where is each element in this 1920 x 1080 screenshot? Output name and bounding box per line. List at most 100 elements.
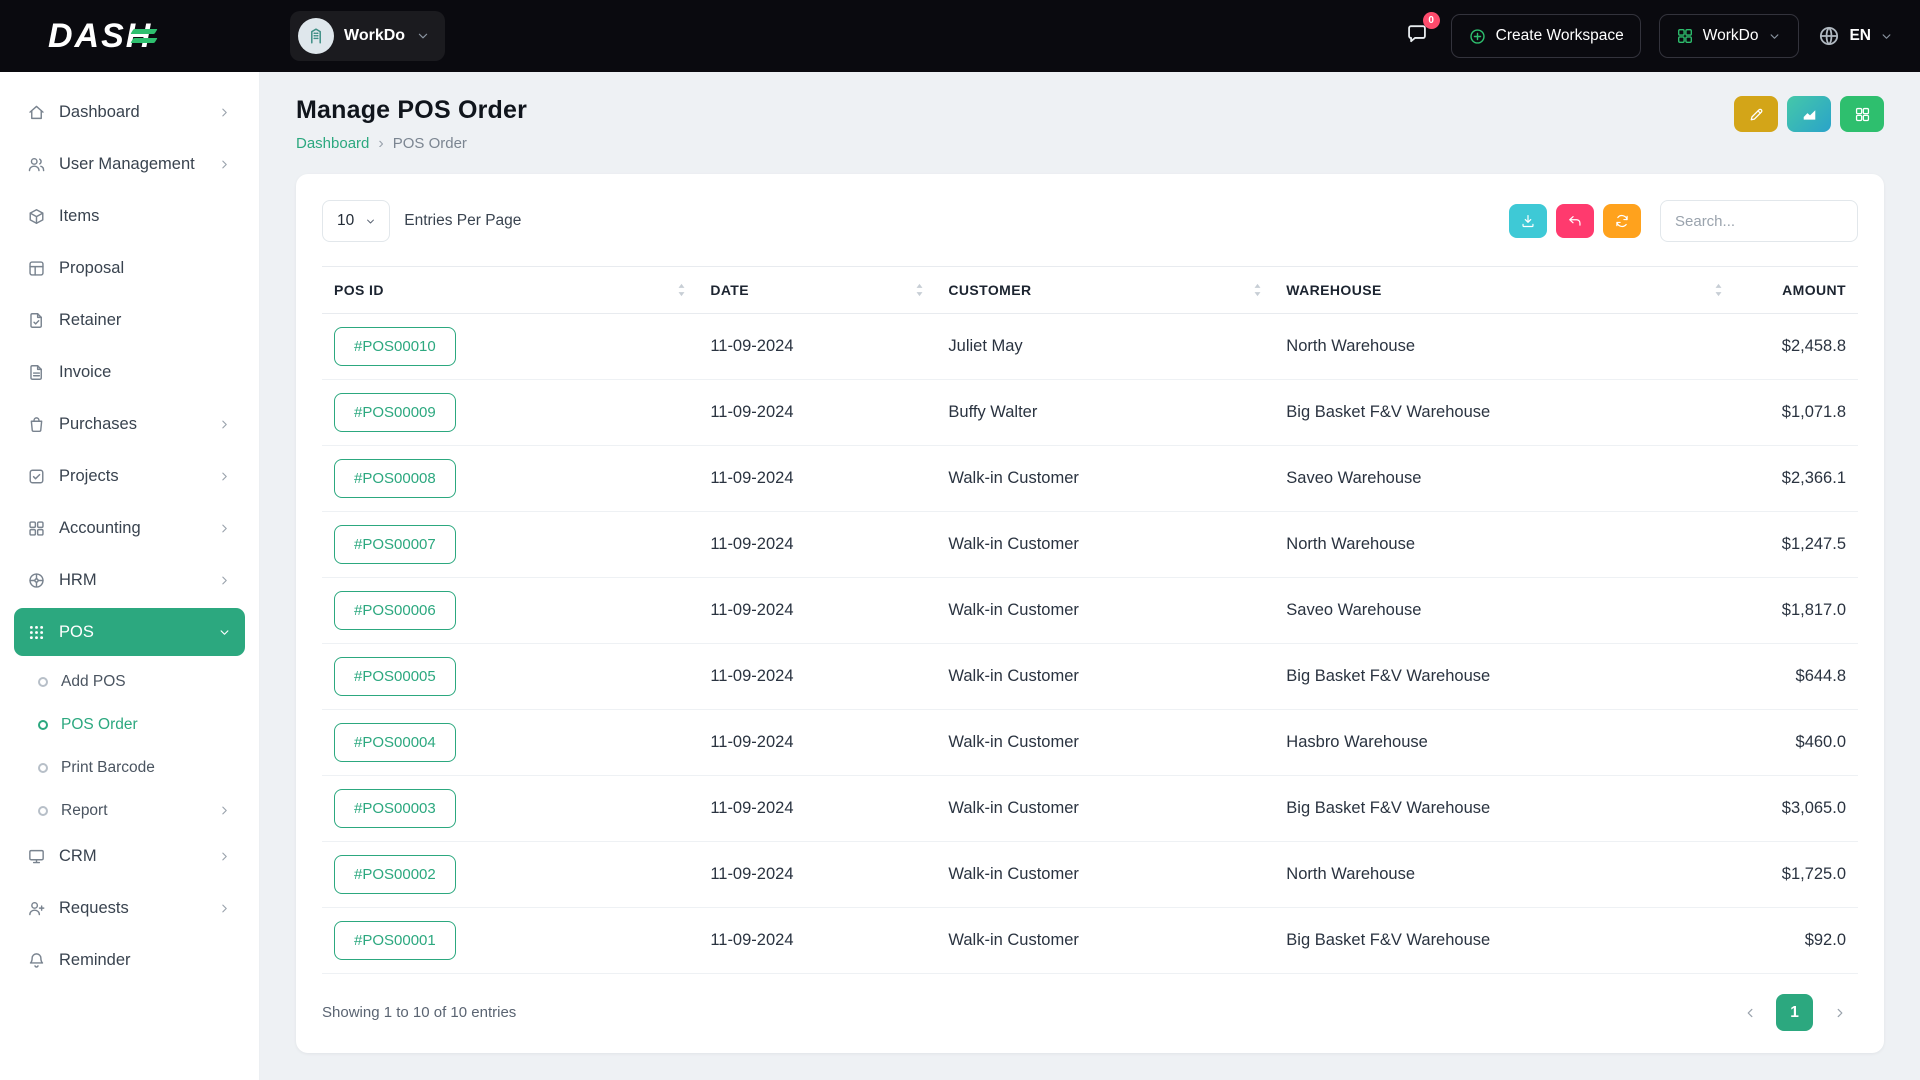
messages-button[interactable]: 0 bbox=[1401, 18, 1433, 55]
sort-icon bbox=[915, 283, 924, 297]
customer-name: Walk-in Customer bbox=[936, 776, 1274, 842]
sidebar-item-retainer[interactable]: Retainer bbox=[14, 296, 245, 344]
pos-id-link[interactable]: #POS00007 bbox=[334, 525, 456, 564]
warehouse-name: North Warehouse bbox=[1274, 512, 1735, 578]
entries-per-page-select[interactable]: 10 bbox=[322, 200, 390, 242]
sidebar-item-label: Invoice bbox=[59, 363, 111, 382]
pagination: 1 bbox=[1731, 994, 1858, 1031]
order-date: 11-09-2024 bbox=[698, 314, 936, 380]
chevron-right-icon bbox=[217, 901, 232, 916]
pagination-next-button[interactable] bbox=[1821, 994, 1858, 1031]
pos-id-link[interactable]: #POS00008 bbox=[334, 459, 456, 498]
shopping-bag-icon bbox=[27, 415, 46, 434]
column-header-amount[interactable]: AMOUNT bbox=[1735, 267, 1858, 314]
app-menu-button[interactable]: WorkDo bbox=[1659, 14, 1800, 58]
order-amount: $1,725.0 bbox=[1735, 842, 1858, 908]
sidebar-subitem-add-pos[interactable]: Add POS bbox=[14, 660, 245, 703]
edit-pencil-icon bbox=[1748, 106, 1765, 123]
monitor-icon bbox=[27, 847, 46, 866]
pagination-prev-button[interactable] bbox=[1731, 994, 1768, 1031]
chevron-down-icon bbox=[415, 28, 431, 44]
export-button[interactable] bbox=[1509, 204, 1547, 238]
sidebar-item-purchases[interactable]: Purchases bbox=[14, 400, 245, 448]
sidebar-subitem-print-barcode[interactable]: Print Barcode bbox=[14, 746, 245, 789]
sidebar-item-dashboard[interactable]: Dashboard bbox=[14, 88, 245, 136]
topbar: DASH WorkDo 0 Create Workspace bbox=[0, 0, 1920, 72]
sidebar-item-label: Retainer bbox=[59, 311, 121, 330]
create-workspace-label: Create Workspace bbox=[1496, 27, 1624, 45]
order-date: 11-09-2024 bbox=[698, 644, 936, 710]
column-header-warehouse[interactable]: WAREHOUSE bbox=[1274, 267, 1735, 314]
breadcrumb-separator-icon: › bbox=[378, 136, 383, 152]
order-amount: $2,458.8 bbox=[1735, 314, 1858, 380]
workspace-switcher[interactable]: WorkDo bbox=[290, 11, 445, 61]
pos-id-link[interactable]: #POS00010 bbox=[334, 327, 456, 366]
reset-button[interactable] bbox=[1556, 204, 1594, 238]
sidebar-subitem-report[interactable]: Report bbox=[14, 789, 245, 832]
sidebar-item-proposal[interactable]: Proposal bbox=[14, 244, 245, 292]
edit-pos-button[interactable] bbox=[1734, 96, 1778, 132]
order-date: 11-09-2024 bbox=[698, 512, 936, 578]
sidebar-item-hrm[interactable]: HRM bbox=[14, 556, 245, 604]
refresh-button[interactable] bbox=[1603, 204, 1641, 238]
sidebar-item-items[interactable]: Items bbox=[14, 192, 245, 240]
sidebar-item-user-management[interactable]: User Management bbox=[14, 140, 245, 188]
sidebar-subitem-pos-order[interactable]: POS Order bbox=[14, 703, 245, 746]
customer-name: Walk-in Customer bbox=[936, 842, 1274, 908]
chevron-down-icon bbox=[364, 215, 377, 228]
user-plus-icon bbox=[27, 899, 46, 918]
column-header-date[interactable]: DATE bbox=[698, 267, 936, 314]
sort-icon bbox=[677, 283, 686, 297]
table-row: #POS00001 11-09-2024 Walk-in Customer Bi… bbox=[322, 908, 1858, 974]
pos-id-link[interactable]: #POS00004 bbox=[334, 723, 456, 762]
bell-icon bbox=[27, 951, 46, 970]
report-chart-button[interactable] bbox=[1787, 96, 1831, 132]
chevron-right-icon bbox=[1832, 1005, 1848, 1021]
order-amount: $1,071.8 bbox=[1735, 380, 1858, 446]
chevron-right-icon bbox=[217, 803, 232, 818]
customer-name: Walk-in Customer bbox=[936, 512, 1274, 578]
pos-id-link[interactable]: #POS00006 bbox=[334, 591, 456, 630]
sidebar-item-accounting[interactable]: Accounting bbox=[14, 504, 245, 552]
sidebar-item-projects[interactable]: Projects bbox=[14, 452, 245, 500]
sidebar-item-reminder[interactable]: Reminder bbox=[14, 936, 245, 984]
sidebar-item-pos[interactable]: POS bbox=[14, 608, 245, 656]
workspace-name: WorkDo bbox=[344, 27, 405, 45]
create-workspace-button[interactable]: Create Workspace bbox=[1451, 14, 1641, 58]
pos-id-link[interactable]: #POS00009 bbox=[334, 393, 456, 432]
chevron-down-icon bbox=[1767, 29, 1782, 44]
order-amount: $92.0 bbox=[1735, 908, 1858, 974]
column-header-pos-id[interactable]: POS ID bbox=[322, 267, 698, 314]
pos-grid-button[interactable] bbox=[1840, 96, 1884, 132]
pos-id-link[interactable]: #POS00002 bbox=[334, 855, 456, 894]
customer-name: Walk-in Customer bbox=[936, 644, 1274, 710]
chevron-right-icon bbox=[217, 157, 232, 172]
bullet-icon bbox=[38, 806, 48, 816]
order-amount: $460.0 bbox=[1735, 710, 1858, 776]
table-row: #POS00010 11-09-2024 Juliet May North Wa… bbox=[322, 314, 1858, 380]
chevron-right-icon bbox=[217, 105, 232, 120]
pos-id-link[interactable]: #POS00001 bbox=[334, 921, 456, 960]
search-input[interactable] bbox=[1660, 200, 1858, 242]
grid-icon bbox=[1676, 27, 1694, 45]
sidebar-item-requests[interactable]: Requests bbox=[14, 884, 245, 932]
table-row: #POS00003 11-09-2024 Walk-in Customer Bi… bbox=[322, 776, 1858, 842]
pos-id-link[interactable]: #POS00003 bbox=[334, 789, 456, 828]
pos-id-link[interactable]: #POS00005 bbox=[334, 657, 456, 696]
sidebar-item-invoice[interactable]: Invoice bbox=[14, 348, 245, 396]
sidebar-subitem-label: Print Barcode bbox=[61, 759, 155, 777]
sidebar-item-label: Projects bbox=[59, 467, 119, 486]
chevron-down-icon bbox=[1879, 29, 1894, 44]
warehouse-name: Big Basket F&V Warehouse bbox=[1274, 380, 1735, 446]
pagination-page-1-button[interactable]: 1 bbox=[1776, 994, 1813, 1031]
warehouse-name: Big Basket F&V Warehouse bbox=[1274, 908, 1735, 974]
language-selector[interactable]: EN bbox=[1817, 24, 1894, 48]
customer-name: Juliet May bbox=[936, 314, 1274, 380]
order-amount: $3,065.0 bbox=[1735, 776, 1858, 842]
bullet-icon bbox=[38, 720, 48, 730]
chevron-right-icon bbox=[217, 573, 232, 588]
breadcrumb-dashboard-link[interactable]: Dashboard bbox=[296, 135, 369, 152]
sidebar-item-crm[interactable]: CRM bbox=[14, 832, 245, 880]
column-header-customer[interactable]: CUSTOMER bbox=[936, 267, 1274, 314]
order-date: 11-09-2024 bbox=[698, 578, 936, 644]
